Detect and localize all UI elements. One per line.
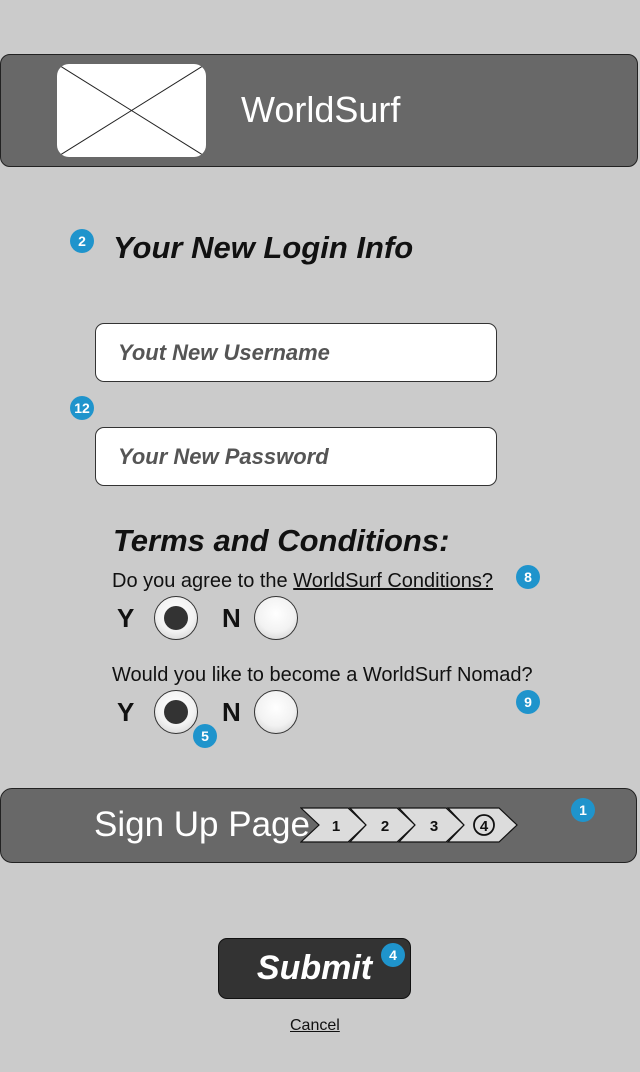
logo-placeholder-icon xyxy=(57,64,206,157)
submit-button[interactable]: Submit xyxy=(218,938,411,999)
q1-yes-label: Y xyxy=(117,603,135,633)
annotation-badge: 1 xyxy=(571,798,595,822)
password-field[interactable] xyxy=(95,427,497,486)
progress-step-2-label: 2 xyxy=(381,818,389,835)
terms-question-1: Do you agree to the WorldSurf Conditions… xyxy=(112,568,493,594)
terms-question-2: Would you like to become a WorldSurf Nom… xyxy=(112,664,533,686)
q2-no-label: N xyxy=(222,697,241,727)
username-input[interactable] xyxy=(96,324,496,381)
annotation-badge: 9 xyxy=(516,690,540,714)
cancel-link[interactable]: Cancel xyxy=(290,1016,340,1036)
radio-selected-dot xyxy=(164,700,188,724)
page-title: Your New Login Info xyxy=(113,230,414,265)
progress-steps: 1 2 3 4 xyxy=(300,807,518,843)
q1-no-label: N xyxy=(222,603,241,633)
annotation-badge: 12 xyxy=(70,396,94,420)
q2-yes-label: Y xyxy=(117,697,135,727)
progress-step-1-label: 1 xyxy=(332,818,340,835)
q1-yes-radio[interactable] xyxy=(154,596,198,640)
annotation-badge: 5 xyxy=(193,724,217,748)
conditions-link[interactable]: WorldSurf Conditions? xyxy=(293,570,493,592)
brand-name: WorldSurf xyxy=(241,89,401,130)
progress-step-3-label: 3 xyxy=(430,818,438,835)
q2-no-radio[interactable] xyxy=(254,690,298,734)
annotation-badge: 8 xyxy=(516,565,540,589)
password-input[interactable] xyxy=(96,428,496,485)
terms-question-1-text: Do you agree to the xyxy=(112,570,294,592)
q1-no-radio[interactable] xyxy=(254,596,298,640)
annotation-badge: 2 xyxy=(70,229,94,253)
username-field[interactable] xyxy=(95,323,497,382)
radio-selected-dot xyxy=(164,606,188,630)
q2-yes-radio[interactable] xyxy=(154,690,198,734)
terms-heading: Terms and Conditions: xyxy=(113,523,450,558)
progress-step-4-label: 4 xyxy=(480,818,489,835)
progress-label: Sign Up Page xyxy=(94,805,310,844)
annotation-badge: 4 xyxy=(381,943,405,967)
